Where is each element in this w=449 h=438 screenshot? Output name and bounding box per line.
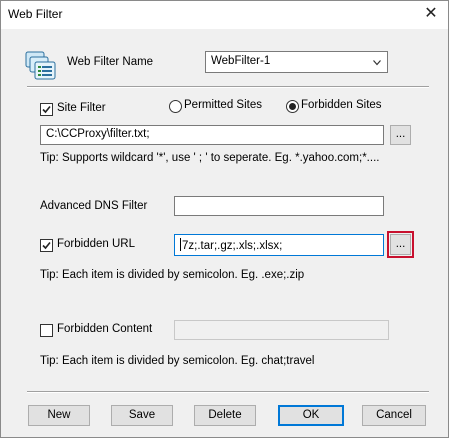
advanced-dns-filter-input[interactable] (174, 196, 384, 216)
divider-top (27, 86, 429, 88)
forbidden-content-label: Forbidden Content (57, 323, 153, 335)
site-filter-path-input[interactable]: C:\CCProxy\filter.txt; (40, 125, 384, 145)
check-icon (42, 105, 51, 114)
permitted-sites-radio[interactable] (169, 100, 182, 113)
web-filter-name-label: Web Filter Name (67, 56, 154, 68)
new-button[interactable]: New (28, 405, 90, 426)
forbidden-url-tip: Tip: Each item is divided by semicolon. … (40, 269, 305, 281)
ok-button[interactable]: OK (278, 405, 344, 426)
advanced-dns-filter-label: Advanced DNS Filter (40, 200, 148, 212)
radio-selected-dot (289, 103, 296, 110)
title-bar: Web Filter ✕ (1, 1, 448, 29)
chevron-down-icon (373, 60, 381, 66)
text-caret (180, 238, 181, 251)
delete-button[interactable]: Delete (194, 405, 256, 426)
site-filter-browse-button[interactable]: ... (390, 125, 411, 145)
site-filter-path-value: C:\CCProxy\filter.txt; (46, 128, 150, 140)
forbidden-content-tip: Tip: Each item is divided by semicolon. … (40, 355, 315, 367)
forbidden-content-input (174, 320, 389, 340)
divider-bottom (27, 391, 429, 393)
site-filter-tip: Tip: Supports wildcard '*', use ' ; ' to… (40, 152, 380, 164)
site-filter-label: Site Filter (57, 102, 106, 114)
forbidden-content-checkbox[interactable] (40, 324, 53, 337)
forbidden-url-browse-button[interactable]: ... (390, 234, 411, 255)
site-filter-checkbox[interactable] (40, 103, 53, 116)
web-filter-app-icon (25, 51, 56, 80)
web-filter-name-select[interactable]: WebFilter-1 (205, 51, 388, 73)
cancel-button[interactable]: Cancel (362, 405, 426, 426)
save-button[interactable]: Save (111, 405, 173, 426)
forbidden-url-label: Forbidden URL (57, 238, 135, 250)
forbidden-sites-radio[interactable] (286, 100, 299, 113)
window-title: Web Filter (8, 7, 63, 21)
web-filter-dialog: Web Filter ✕ Web Filter Name WebFilter-1… (0, 0, 449, 438)
forbidden-sites-label: Forbidden Sites (301, 99, 382, 111)
forbidden-url-checkbox[interactable] (40, 239, 53, 252)
permitted-sites-label: Permitted Sites (184, 99, 262, 111)
forbidden-url-input[interactable]: 7z;.tar;.gz;.xls;.xlsx; (174, 234, 384, 256)
close-icon[interactable]: ✕ (420, 4, 442, 24)
forbidden-url-value: 7z;.tar;.gz;.xls;.xlsx; (182, 240, 283, 252)
web-filter-name-value: WebFilter-1 (211, 55, 271, 67)
check-icon (42, 241, 51, 250)
